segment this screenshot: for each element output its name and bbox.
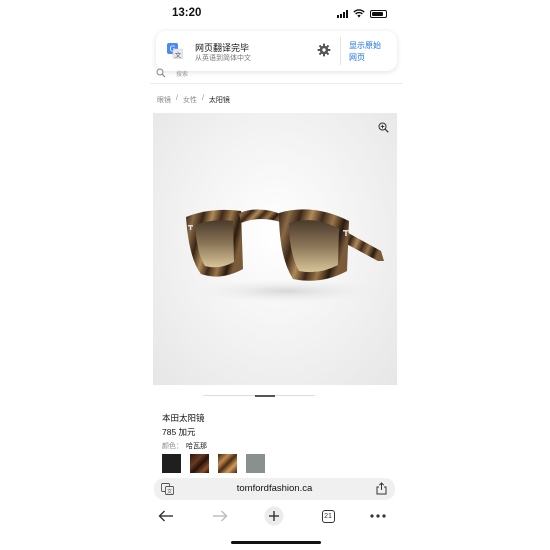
color-swatches	[162, 454, 265, 473]
product-price: 785 加元	[162, 427, 196, 437]
breadcrumb: 眼镜 / 女性 / 太阳镜	[157, 95, 230, 105]
color-value: 哈瓦那	[186, 443, 207, 450]
divider	[150, 83, 403, 84]
breadcrumb-separator: /	[201, 95, 204, 102]
translate-subtitle: 从英语到简体中文	[195, 55, 251, 62]
search-icon[interactable]	[156, 68, 166, 78]
share-icon[interactable]	[376, 482, 387, 495]
breadcrumb-separator: /	[176, 95, 178, 102]
show-original-label-1: 显示原始	[349, 41, 381, 50]
url-text[interactable]: tomfordfashion.ca	[154, 483, 395, 494]
translate-banner: G 文 网页翻译完毕 从英语到简体中文 显示原始 网页	[156, 31, 397, 71]
tabs-button[interactable]: 21	[318, 506, 338, 526]
svg-text:文: 文	[175, 50, 182, 59]
battery-icon	[370, 9, 387, 18]
forward-button[interactable]	[210, 506, 230, 526]
forward-arrow-icon	[213, 510, 228, 522]
signal-icon	[337, 9, 348, 18]
breadcrumb-item-women[interactable]: 女性	[183, 95, 197, 105]
search-input[interactable]: 搜索	[176, 69, 188, 78]
tabs-count: 21	[324, 512, 332, 520]
back-arrow-icon	[158, 510, 173, 522]
swatch-black[interactable]	[162, 454, 181, 473]
breadcrumb-item-sunglasses: 太阳镜	[208, 97, 230, 104]
show-original-button[interactable]: 显示原始 网页	[349, 40, 381, 64]
address-bar[interactable]: 文 tomfordfashion.ca	[154, 478, 395, 500]
swatch-dark-havana[interactable]	[190, 454, 209, 473]
phone-screen: 13:20 G 文 网页翻译完毕 从英语到简体中文 显示原始 网页 搜索 眼镜 …	[150, 0, 403, 550]
banner-divider	[340, 37, 341, 65]
tabs-count-badge: 21	[321, 509, 335, 523]
show-original-label-2: 网页	[349, 53, 365, 62]
status-bar: 13:20	[150, 0, 403, 28]
home-indicator[interactable]	[231, 541, 321, 544]
plus-icon	[264, 506, 284, 526]
image-carousel-indicator[interactable]	[150, 395, 403, 397]
gear-icon[interactable]	[317, 43, 331, 57]
swatch-grey[interactable]	[246, 454, 265, 473]
new-tab-button[interactable]	[264, 506, 284, 526]
product-image[interactable]	[153, 113, 397, 385]
product-name: 本田太阳镜	[162, 413, 205, 423]
wifi-icon	[353, 9, 365, 18]
swatch-havana[interactable]	[218, 454, 237, 473]
more-button[interactable]	[368, 506, 388, 526]
status-icons	[337, 9, 387, 18]
translate-icon: G 文	[167, 43, 183, 59]
breadcrumb-item-glasses[interactable]: 眼镜	[157, 95, 171, 105]
sunglasses-image	[186, 209, 384, 303]
more-icon	[370, 514, 386, 518]
color-row: 颜色： 哈瓦那	[162, 441, 207, 451]
color-label: 颜色：	[162, 443, 183, 450]
back-button[interactable]	[156, 506, 176, 526]
zoom-icon[interactable]	[378, 122, 389, 133]
status-time: 13:20	[172, 7, 202, 19]
